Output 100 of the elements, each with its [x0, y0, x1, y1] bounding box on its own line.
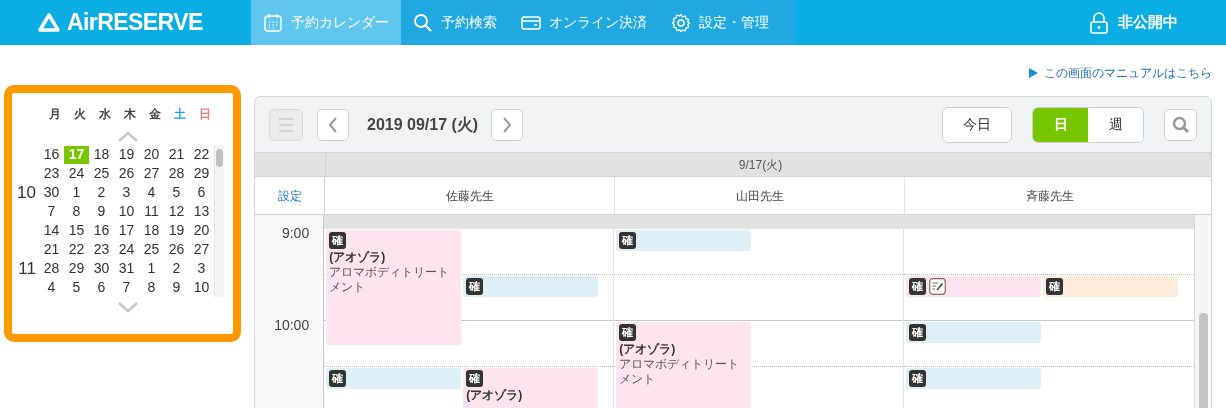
- booking-block[interactable]: 確: [326, 368, 462, 389]
- day-cell[interactable]: 24: [114, 240, 139, 259]
- day-cell[interactable]: 6: [189, 183, 214, 202]
- day-cell[interactable]: 19: [164, 221, 189, 240]
- day-cell[interactable]: 22: [64, 240, 89, 259]
- publish-status: 非公開中: [1118, 12, 1178, 33]
- chevron-down-icon[interactable]: [116, 301, 139, 313]
- customer-name: (アオゾラ): [619, 342, 677, 357]
- scrollbar-thumb[interactable]: [216, 149, 223, 167]
- booking-block[interactable]: 確: [463, 276, 599, 297]
- previous-button[interactable]: [317, 108, 349, 141]
- chevron-up-icon[interactable]: [116, 131, 139, 143]
- day-cell[interactable]: 3: [114, 183, 139, 202]
- day-cell[interactable]: 23: [39, 164, 64, 183]
- day-cell[interactable]: 18: [139, 221, 164, 240]
- status-badge: 確: [619, 232, 637, 249]
- day-cell[interactable]: 9: [164, 278, 189, 297]
- calendar-icon: [263, 12, 283, 33]
- day-cell[interactable]: 7: [114, 278, 139, 297]
- settings-link[interactable]: 設定: [277, 186, 302, 205]
- customer-name: (アオゾラ): [466, 388, 524, 403]
- today-button[interactable]: 今日: [942, 106, 1012, 143]
- logo: AirRESERVE: [67, 8, 203, 38]
- day-cell[interactable]: 2: [89, 183, 114, 202]
- status-badge: 確: [466, 370, 484, 387]
- day-cell[interactable]: 10: [114, 202, 139, 221]
- chevron-right-icon: [502, 115, 512, 134]
- day-cell[interactable]: 27: [189, 240, 214, 259]
- chevron-left-icon: [328, 115, 338, 134]
- day-cell[interactable]: 5: [164, 183, 189, 202]
- weekday-label: 月: [47, 106, 62, 123]
- day-cell[interactable]: 12: [164, 202, 189, 221]
- day-cell[interactable]: 2: [164, 259, 189, 278]
- day-cell[interactable]: 30: [89, 259, 114, 278]
- day-cell[interactable]: 19: [114, 145, 139, 164]
- day-cell[interactable]: 13: [189, 202, 214, 221]
- day-cell[interactable]: 6: [89, 278, 114, 297]
- day-cell[interactable]: 29: [64, 259, 89, 278]
- scrollbar-thumb[interactable]: [1199, 313, 1209, 408]
- search-button[interactable]: [1164, 108, 1197, 141]
- day-cell[interactable]: 17: [114, 221, 139, 240]
- search-icon: [1171, 115, 1190, 134]
- day-cell[interactable]: 4: [139, 183, 164, 202]
- booking-block[interactable]: 確 (アオゾラ) アロマボディトリートメント: [616, 322, 752, 408]
- day-cell[interactable]: 23: [89, 240, 114, 259]
- day-cell[interactable]: 20: [139, 145, 164, 164]
- day-cell[interactable]: 28: [39, 259, 64, 278]
- day-cell[interactable]: 26: [114, 164, 139, 183]
- lock-icon: [1090, 11, 1108, 34]
- booking-block[interactable]: 確: [906, 368, 1042, 389]
- weekday-label: 金: [147, 106, 162, 123]
- staff-name: 斉藤先生: [1026, 187, 1074, 205]
- booking-block[interactable]: 確 (アオゾラ) アロマボディトリートメント: [326, 230, 462, 346]
- day-cell[interactable]: 22: [189, 145, 214, 164]
- day-cell[interactable]: 16: [89, 221, 114, 240]
- booking-block[interactable]: 確: [906, 322, 1042, 343]
- booking-block[interactable]: 確 (アオゾラ): [463, 368, 599, 408]
- status-badge: 確: [909, 278, 927, 295]
- day-cell[interactable]: 31: [114, 259, 139, 278]
- day-cell[interactable]: 1: [64, 183, 89, 202]
- day-cell[interactable]: 26: [164, 240, 189, 259]
- status-badge: 確: [1046, 278, 1064, 295]
- day-cell[interactable]: 27: [139, 164, 164, 183]
- day-cell[interactable]: 4: [39, 278, 64, 297]
- booking-block[interactable]: 確: [616, 230, 752, 251]
- day-cell[interactable]: 14: [39, 221, 64, 240]
- day-cell[interactable]: 25: [139, 240, 164, 259]
- day-cell[interactable]: 8: [139, 278, 164, 297]
- day-cell[interactable]: 30: [39, 183, 64, 202]
- manual-link[interactable]: この画面のマニュアルはこちら: [1029, 64, 1212, 82]
- day-cell[interactable]: 1: [139, 259, 164, 278]
- customer-name: (アオゾラ): [329, 250, 387, 265]
- day-cell[interactable]: 5: [64, 278, 89, 297]
- booking-block[interactable]: 確: [1043, 276, 1179, 297]
- month-label: 10: [17, 182, 36, 202]
- current-date: 2019 09/17 (火): [367, 114, 480, 135]
- booking-block[interactable]: 確: [906, 276, 1042, 297]
- day-cell[interactable]: 8: [64, 202, 89, 221]
- weekday-label: 土: [172, 106, 187, 123]
- day-cell[interactable]: 24: [64, 164, 89, 183]
- day-cell[interactable]: 21: [164, 145, 189, 164]
- date-header: 9/17(火): [738, 156, 783, 174]
- day-cell[interactable]: 3: [189, 259, 214, 278]
- day-cell[interactable]: 16: [39, 145, 64, 164]
- next-button[interactable]: [491, 108, 523, 141]
- day-cell[interactable]: 9: [89, 202, 114, 221]
- day-cell[interactable]: 29: [189, 164, 214, 183]
- day-cell[interactable]: 21: [39, 240, 64, 259]
- day-cell[interactable]: 20: [189, 221, 214, 240]
- search-icon: [413, 12, 433, 33]
- staff-name: 山田先生: [735, 187, 784, 205]
- status-badge: 確: [329, 370, 347, 387]
- day-cell[interactable]: 10: [189, 278, 214, 297]
- day-cell[interactable]: 25: [89, 164, 114, 183]
- day-cell[interactable]: 7: [39, 202, 64, 221]
- day-cell[interactable]: 15: [64, 221, 89, 240]
- day-cell[interactable]: 28: [164, 164, 189, 183]
- day-cell[interactable]: 11: [139, 202, 164, 221]
- day-cell[interactable]: 18: [89, 145, 114, 164]
- view-tab[interactable]: 週: [1088, 107, 1143, 142]
